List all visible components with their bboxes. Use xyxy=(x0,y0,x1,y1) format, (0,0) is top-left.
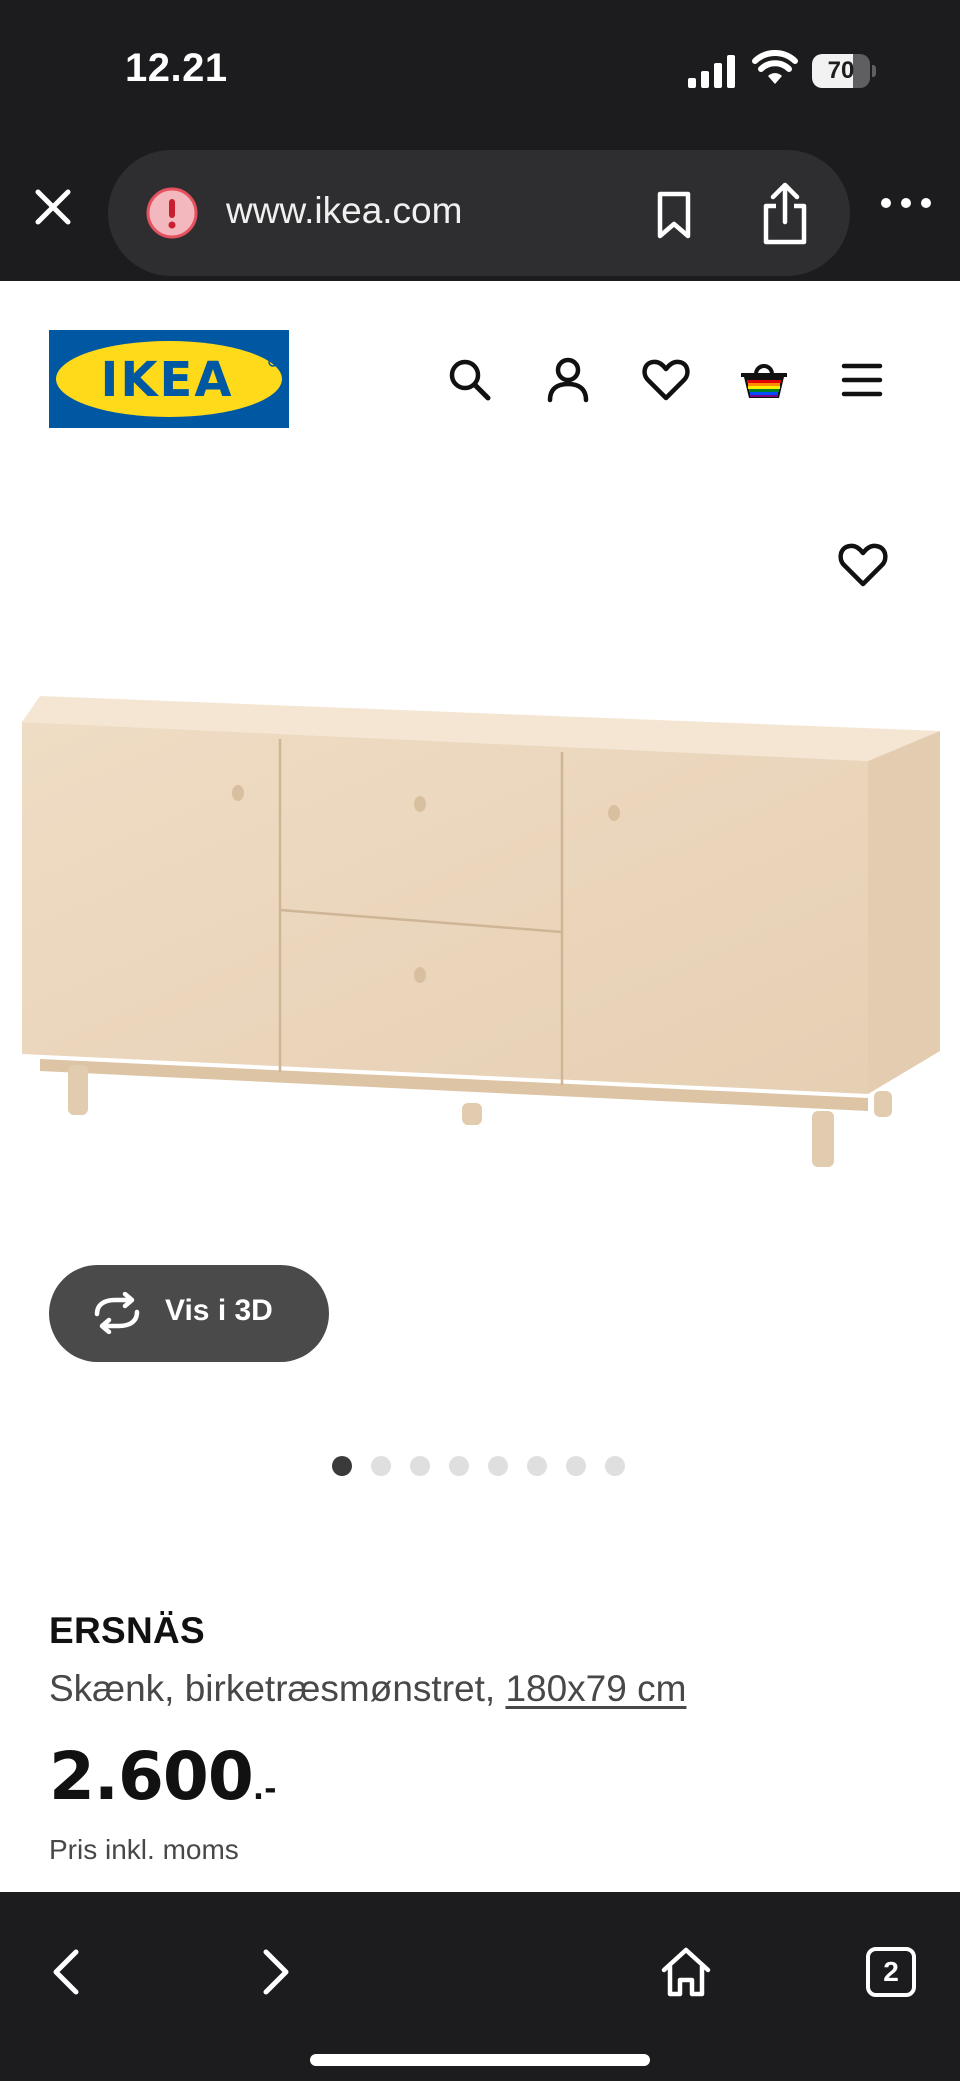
product-image[interactable] xyxy=(0,451,960,1311)
favorite-icon[interactable] xyxy=(836,538,890,592)
pagination-dot[interactable] xyxy=(449,1456,469,1476)
battery-level: 70 xyxy=(827,57,855,84)
menu-icon[interactable] xyxy=(836,354,888,406)
tabs-button[interactable]: 2 xyxy=(866,1947,916,1997)
pagination-dot[interactable] xyxy=(527,1456,547,1476)
pagination-dot[interactable] xyxy=(605,1456,625,1476)
product-price: 2.600.- xyxy=(49,1738,277,1815)
close-icon[interactable] xyxy=(28,182,78,232)
pagination-dot[interactable] xyxy=(488,1456,508,1476)
account-icon[interactable] xyxy=(542,354,594,406)
pagination-dot[interactable] xyxy=(566,1456,586,1476)
logo-text: IKEA xyxy=(101,352,234,408)
address-bar[interactable]: www.ikea.com xyxy=(108,150,850,276)
pagination-dot[interactable] xyxy=(410,1456,430,1476)
bottom-toolbar: 2 xyxy=(0,1892,960,2081)
cart-icon[interactable] xyxy=(738,354,790,406)
battery-icon: 70 xyxy=(812,54,876,88)
site-header: IKEA xyxy=(0,281,960,451)
price-note: Pris inkl. moms xyxy=(49,1834,239,1865)
heart-icon[interactable] xyxy=(640,354,692,406)
price-suffix: .- xyxy=(252,1772,277,1807)
ikea-logo[interactable]: IKEA xyxy=(49,330,289,428)
signal-icon xyxy=(688,55,735,88)
rotate-3d-icon xyxy=(94,1292,140,1334)
status-time: 12.21 xyxy=(125,46,228,90)
browser-toolbar: www.ikea.com xyxy=(0,140,960,281)
home-indicator xyxy=(310,2054,650,2066)
price-value: 2.600 xyxy=(49,1738,254,1815)
url-text[interactable]: www.ikea.com xyxy=(226,190,462,232)
home-icon[interactable] xyxy=(658,1944,714,2000)
search-icon[interactable] xyxy=(444,354,496,406)
more-icon[interactable] xyxy=(880,190,932,216)
product-type: Skænk, birketræsmønstret, xyxy=(49,1668,506,1709)
status-bar: 12.21 70 xyxy=(0,0,960,140)
view-in-3d-label: Vis i 3D xyxy=(165,1294,273,1327)
wifi-icon xyxy=(752,50,798,84)
pagination-dot[interactable] xyxy=(332,1456,352,1476)
product-name: ERSNÄS xyxy=(49,1610,205,1651)
forward-icon[interactable] xyxy=(246,1944,302,2000)
product-size-link[interactable]: 180x79 cm xyxy=(505,1668,686,1709)
product-description: Skænk, birketræsmønstret, 180x79 cm xyxy=(49,1668,686,1710)
view-in-3d-button[interactable]: Vis i 3D xyxy=(49,1265,329,1362)
share-icon[interactable] xyxy=(758,182,812,246)
back-icon[interactable] xyxy=(40,1944,96,2000)
pagination-dot[interactable] xyxy=(371,1456,391,1476)
bookmark-icon[interactable] xyxy=(652,190,696,240)
warning-icon[interactable] xyxy=(146,187,198,239)
